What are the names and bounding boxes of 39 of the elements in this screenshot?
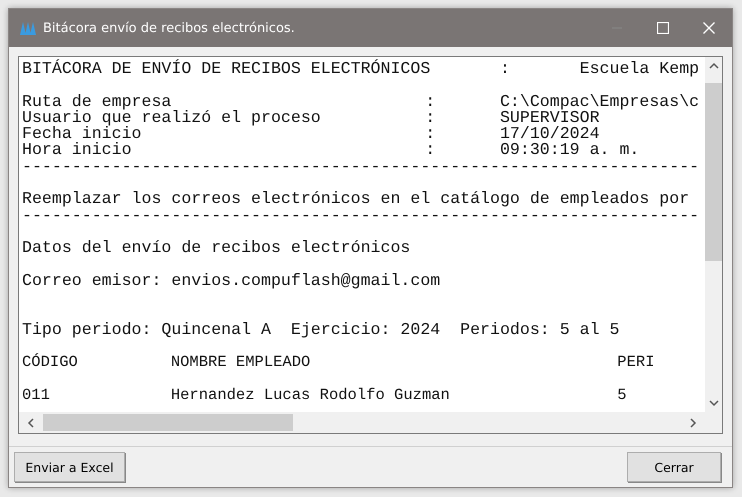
log-text: Reemplazar los correos electrónicos en el catálogo de empleados por (22, 191, 690, 208)
field-value: SUPERVISOR (500, 110, 600, 126)
table-cell: NOMBRE EMPLEADO (170, 354, 310, 371)
colon: : (425, 126, 436, 142)
scroll-thumb[interactable] (43, 414, 293, 431)
colon: : (425, 142, 436, 159)
field-value: 17/10/2024 (500, 126, 600, 142)
close-button[interactable]: Cerrar (627, 452, 721, 482)
colon: : (425, 94, 436, 110)
company-name: Escuela Kemp (580, 61, 700, 78)
app-icon (19, 20, 37, 36)
scroll-right-icon[interactable] (689, 418, 697, 428)
scroll-up-icon[interactable] (708, 62, 718, 70)
colon: : (500, 61, 510, 78)
log-text: Correo emisor: envios.compuflash@gmail.com (22, 272, 440, 290)
field-value: C:\Compac\Empresas\c (500, 94, 700, 110)
field-label: Hora inicio (22, 142, 132, 159)
export-button[interactable]: Enviar a Excel (14, 452, 125, 482)
log-text: Tipo periodo: Quincenal A Ejercicio: 2024 Periodos: 5 al 5 (22, 322, 620, 338)
table-cell: 011 (22, 386, 50, 404)
dashed-rule: -------------------------------------------------------------------- (22, 158, 700, 176)
close-icon[interactable] (703, 22, 715, 34)
log-title: BITÁCORA DE ENVÍO DE RECIBOS ELECTRÓNICOS (22, 61, 430, 78)
window-title: Bitácora envío de recibos electrónicos. (43, 20, 296, 36)
scroll-down-icon[interactable] (708, 399, 718, 407)
dashed-rule: -------------------------------------------------------------------- (22, 208, 700, 224)
field-label: Ruta de empresa (22, 94, 172, 110)
field-label: Usuario que realizó el proceso (22, 110, 321, 126)
colon: : (425, 110, 436, 126)
table-cell: Hernandez Lucas Rodolfo Guzman (170, 386, 450, 404)
scroll-left-icon[interactable] (27, 418, 35, 428)
table-cell: CÓDIGO (22, 354, 78, 371)
field-value: 09:30:19 a. m. (500, 142, 640, 159)
table-cell: 5 (617, 386, 627, 404)
maximize-icon[interactable] (657, 22, 669, 34)
field-label: Fecha inicio (22, 126, 142, 142)
scroll-thumb[interactable] (705, 83, 722, 261)
table-cell: PERI (617, 354, 655, 371)
log-text: Datos del envío de recibos electrónicos (22, 240, 410, 257)
